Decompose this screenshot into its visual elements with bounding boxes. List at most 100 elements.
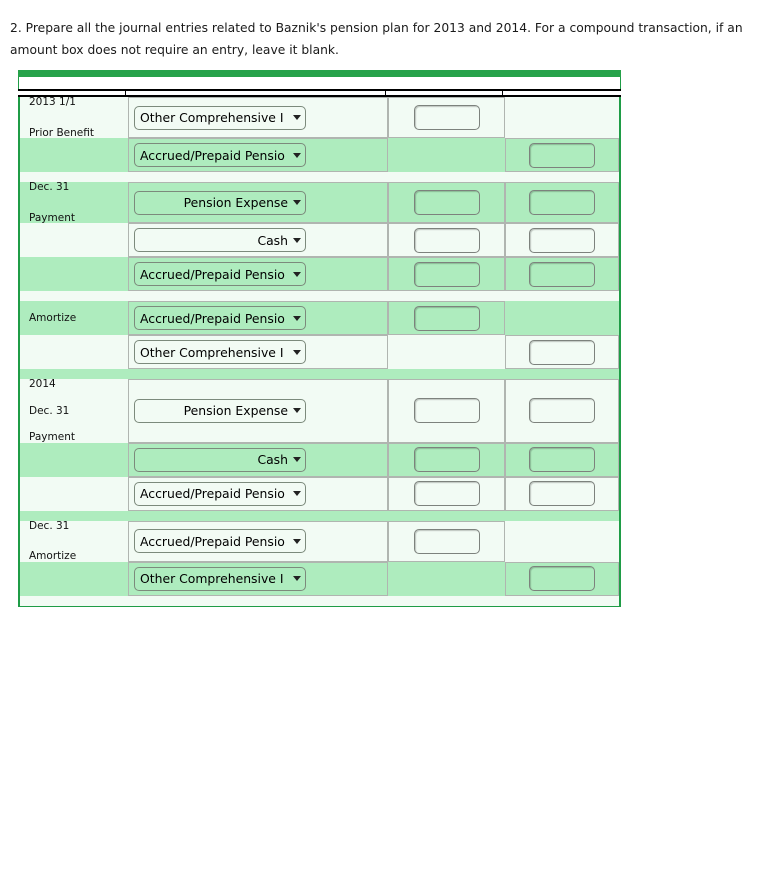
journal-account-cell: Pension Expense bbox=[128, 379, 388, 443]
date-line: Amortize bbox=[29, 550, 77, 562]
column-header-account bbox=[126, 91, 386, 95]
journal-row: Accrued/Prepaid Pensio bbox=[19, 138, 620, 172]
journal-account-cell: Other Comprehensive I bbox=[128, 561, 388, 596]
journal-debit-cell bbox=[388, 138, 505, 172]
account-select-value: Pension Expense bbox=[183, 195, 288, 210]
debit-amount-input[interactable] bbox=[413, 190, 480, 215]
journal-row bbox=[19, 510, 620, 521]
table-header-bar bbox=[18, 70, 621, 77]
debit-amount-input[interactable] bbox=[413, 481, 480, 506]
journal-row: Dec. 31 Payment Pension Expense bbox=[19, 182, 620, 223]
journal-credit-cell bbox=[505, 138, 619, 172]
credit-amount-input[interactable] bbox=[529, 398, 595, 424]
account-select[interactable]: Accrued/Prepaid Pensio bbox=[134, 481, 306, 506]
journal-debit-cell bbox=[388, 223, 505, 257]
journal-row bbox=[19, 172, 620, 182]
journal-date-label: Dec. 31 Payment bbox=[29, 182, 128, 223]
journal-date-cell bbox=[20, 562, 128, 596]
account-select[interactable]: Other Comprehensive I bbox=[134, 566, 306, 591]
credit-amount-input[interactable] bbox=[529, 142, 595, 168]
account-select[interactable]: Accrued/Prepaid Pensio bbox=[134, 306, 306, 330]
journal-row: Dec. 31 Amortize Accrued/Prepaid Pensio bbox=[19, 519, 620, 562]
journal-date-cell bbox=[20, 138, 128, 172]
journal-credit-cell bbox=[505, 301, 619, 335]
journal-credit-cell bbox=[505, 379, 619, 443]
chevron-down-icon bbox=[291, 200, 302, 205]
journal-account-cell: Pension Expense bbox=[128, 182, 388, 223]
account-select[interactable]: Cash bbox=[134, 447, 306, 472]
journal-row: Accrued/Prepaid Pensio bbox=[19, 257, 620, 291]
debit-amount-input[interactable] bbox=[413, 447, 480, 472]
date-line: 2013 1/1 bbox=[29, 96, 76, 108]
credit-amount-input[interactable] bbox=[529, 481, 595, 506]
account-select-value: Pension Expense bbox=[183, 403, 288, 419]
journal-date-cell bbox=[20, 335, 128, 369]
journal-credit-cell bbox=[505, 257, 619, 291]
account-select-value: Other Comprehensive I bbox=[140, 110, 284, 125]
date-line: 2014 bbox=[29, 378, 56, 390]
journal-date-cell: Dec. 31 Payment bbox=[20, 182, 128, 223]
journal-account-cell: Other Comprehensive I bbox=[128, 97, 388, 138]
account-select-value: Cash bbox=[257, 232, 288, 248]
journal-date-cell bbox=[20, 257, 128, 291]
journal-account-cell: Accrued/Prepaid Pensio bbox=[128, 520, 388, 562]
chevron-down-icon bbox=[291, 457, 302, 462]
debit-amount-input[interactable] bbox=[413, 305, 480, 331]
debit-amount-input[interactable] bbox=[413, 528, 480, 554]
account-select[interactable]: Pension Expense bbox=[134, 190, 306, 215]
journal-date-cell: Dec. 31 Amortize bbox=[20, 519, 128, 562]
journal-entry-worksheet: 2013 1/1 Prior Benefit Other Comprehensive… bbox=[18, 70, 621, 607]
column-header-date bbox=[18, 91, 126, 95]
journal-debit-cell bbox=[388, 562, 505, 596]
journal-credit-cell bbox=[505, 561, 619, 596]
journal-debit-cell bbox=[388, 301, 505, 335]
debit-amount-input[interactable] bbox=[413, 105, 480, 130]
journal-date-cell: 2014 Dec. 31 Payment bbox=[20, 379, 128, 443]
chevron-down-icon bbox=[291, 491, 302, 496]
credit-amount-input[interactable] bbox=[529, 447, 595, 472]
chevron-down-icon bbox=[291, 115, 302, 120]
account-select[interactable]: Pension Expense bbox=[134, 398, 306, 423]
account-select[interactable]: Other Comprehensive I bbox=[134, 105, 306, 130]
account-select-value: Accrued/Prepaid Pensio bbox=[140, 310, 285, 326]
journal-date-label: Dec. 31 Amortize bbox=[29, 519, 128, 562]
account-select-value: Accrued/Prepaid Pensio bbox=[140, 533, 285, 549]
journal-date-cell: 2013 1/1 Prior Benefit bbox=[20, 97, 128, 138]
date-line: Dec. 31 bbox=[29, 519, 70, 532]
credit-amount-input[interactable] bbox=[529, 339, 595, 365]
debit-amount-input[interactable] bbox=[413, 227, 480, 253]
credit-amount-input[interactable] bbox=[529, 190, 595, 215]
chevron-down-icon bbox=[291, 237, 302, 243]
journal-account-cell: Cash bbox=[128, 442, 388, 477]
journal-row: Cash bbox=[19, 223, 620, 257]
debit-amount-input[interactable] bbox=[413, 261, 480, 287]
account-select[interactable]: Other Comprehensive I bbox=[134, 340, 306, 364]
journal-credit-cell bbox=[505, 97, 619, 138]
journal-debit-cell bbox=[388, 520, 505, 562]
date-line: Dec. 31 bbox=[29, 404, 70, 417]
date-line: Amortize bbox=[29, 311, 77, 324]
account-select[interactable]: Cash bbox=[134, 228, 306, 252]
debit-amount-input[interactable] bbox=[413, 398, 480, 424]
account-select[interactable]: Accrued/Prepaid Pensio bbox=[134, 529, 306, 553]
table-header-blank-row bbox=[18, 77, 621, 89]
account-select-value: Accrued/Prepaid Pensio bbox=[140, 266, 285, 282]
journal-debit-cell bbox=[388, 97, 505, 138]
journal-credit-cell bbox=[505, 521, 619, 562]
date-line: Dec. 31 bbox=[29, 181, 70, 193]
account-select[interactable]: Accrued/Prepaid Pensio bbox=[134, 262, 306, 286]
journal-row: Amortize Accrued/Prepaid Pensio bbox=[19, 301, 620, 335]
journal-row: Cash bbox=[19, 442, 620, 477]
credit-amount-input[interactable] bbox=[529, 261, 595, 287]
journal-rows-container: 2013 1/1 Prior Benefit Other Comprehensive… bbox=[18, 97, 621, 607]
account-select[interactable]: Accrued/Prepaid Pensio bbox=[134, 143, 306, 167]
journal-date-cell bbox=[20, 443, 128, 477]
chevron-down-icon bbox=[291, 408, 302, 414]
journal-row bbox=[19, 595, 620, 606]
journal-credit-cell bbox=[505, 442, 619, 477]
credit-amount-input[interactable] bbox=[529, 566, 595, 591]
credit-amount-input[interactable] bbox=[529, 227, 595, 253]
journal-credit-cell bbox=[505, 182, 619, 223]
journal-account-cell: Cash bbox=[128, 223, 388, 257]
journal-date-cell bbox=[20, 477, 128, 511]
